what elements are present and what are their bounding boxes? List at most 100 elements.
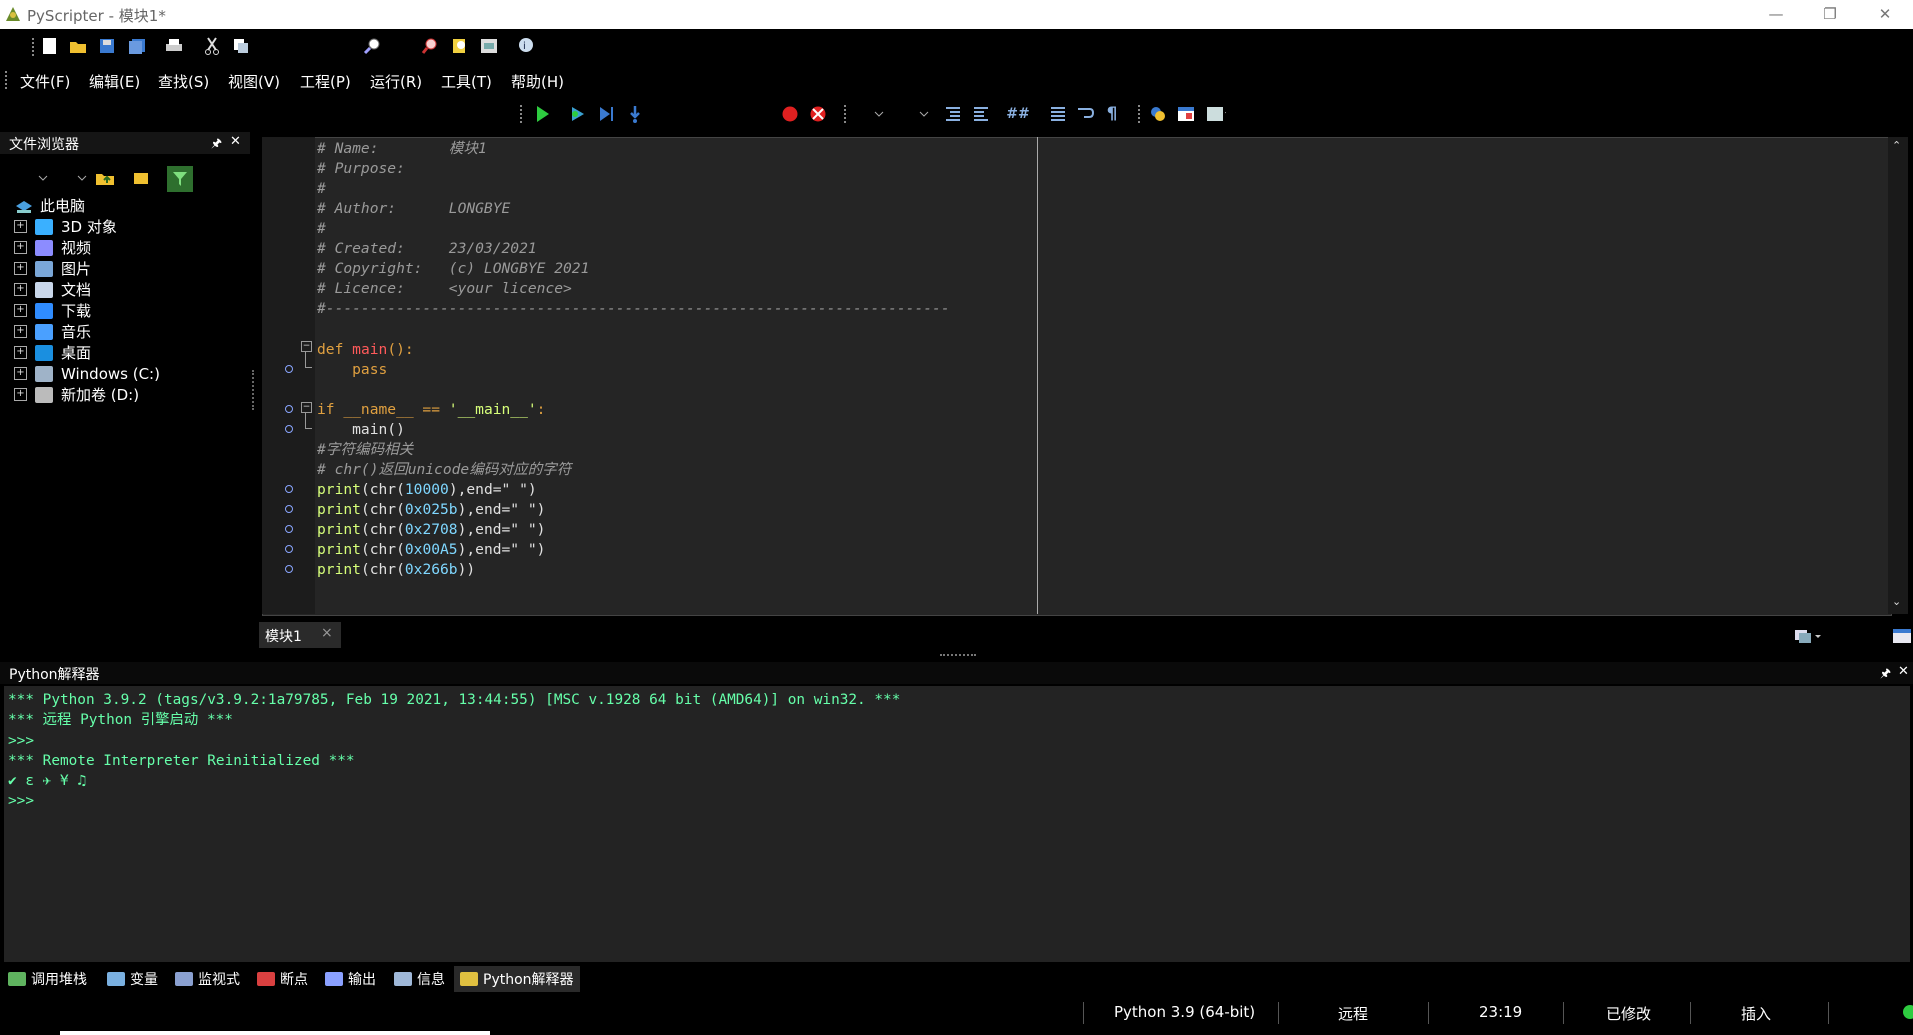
bottom-tab[interactable]: 断点 [257, 966, 308, 992]
open-file-icon[interactable] [68, 36, 88, 56]
comment-icon[interactable]: ## [1006, 104, 1029, 124]
close-button[interactable]: ✕ [1862, 0, 1908, 29]
breakpoint-marker[interactable] [285, 525, 293, 533]
tree-item[interactable]: + 桌面 [14, 342, 91, 363]
word-wrap-icon[interactable] [1075, 104, 1095, 124]
editor-tab-module1[interactable]: 模块1 × [259, 622, 341, 648]
clear-breakpoints-icon[interactable] [808, 104, 828, 124]
tree-item[interactable]: + 图片 [14, 258, 91, 279]
toolbar-grip[interactable] [844, 105, 848, 123]
breakpoint-marker[interactable] [285, 365, 293, 373]
about-icon[interactable]: i [516, 36, 536, 56]
tab-list-icon[interactable] [1794, 628, 1824, 644]
run-icon[interactable] [532, 104, 552, 124]
tree-item[interactable]: + 文档 [14, 279, 91, 300]
folder-view-icon[interactable] [133, 168, 153, 188]
breakpoint-marker[interactable] [285, 565, 293, 573]
print-icon[interactable] [164, 36, 184, 56]
menu-grip[interactable] [5, 71, 9, 89]
save-icon[interactable] [97, 36, 117, 56]
status-engine[interactable]: 远程 [1338, 1003, 1368, 1024]
expand-icon[interactable]: + [14, 220, 27, 233]
replace-icon[interactable] [450, 36, 470, 56]
menu-search[interactable]: 查找(S) [158, 71, 209, 92]
indent-icon[interactable] [943, 104, 963, 124]
bottom-tab[interactable]: 变量 [107, 966, 158, 992]
menu-view[interactable]: 视图(V) [228, 71, 280, 92]
expand-icon[interactable]: + [14, 262, 27, 275]
scroll-down-icon[interactable]: ⌄ [1892, 595, 1901, 608]
debug-icon[interactable] [568, 104, 588, 124]
step-into-icon[interactable] [625, 104, 645, 124]
view-options-icon[interactable] [1206, 104, 1226, 124]
new-file-icon[interactable] [40, 36, 60, 56]
breakpoint-marker[interactable] [285, 485, 293, 493]
editor-scrollbar[interactable]: ⌃ ⌄ [1888, 137, 1908, 614]
menu-help[interactable]: 帮助(H) [511, 71, 564, 92]
bottom-tab[interactable]: 监视式 [175, 966, 240, 992]
goto-line-icon[interactable] [479, 36, 499, 56]
layouts-icon[interactable] [1176, 104, 1196, 124]
copy-icon[interactable] [231, 36, 251, 56]
bottom-tab[interactable]: 输出 [325, 966, 376, 992]
dedent-icon[interactable] [971, 104, 991, 124]
breakpoint-marker[interactable] [285, 425, 293, 433]
menu-run[interactable]: 运行(R) [370, 71, 422, 92]
expand-icon[interactable]: + [14, 367, 27, 380]
run-to-cursor-icon[interactable] [597, 104, 617, 124]
pin-icon[interactable]: 🖈 [211, 134, 222, 155]
save-all-icon[interactable] [127, 36, 147, 56]
back-dropdown-icon[interactable] [33, 168, 53, 188]
expand-icon[interactable]: + [14, 346, 27, 359]
expand-icon[interactable]: + [14, 388, 27, 401]
menu-tools[interactable]: 工具(T) [441, 71, 492, 92]
toggle-breakpoint-icon[interactable] [780, 104, 800, 124]
tree-item[interactable]: + Windows (C:) [14, 363, 160, 384]
line-numbers-icon[interactable] [1048, 104, 1068, 124]
panel-splitter[interactable] [252, 370, 256, 410]
interpreter-pin-icon[interactable]: 🖈 [1880, 664, 1891, 685]
toolbar-grip[interactable] [32, 38, 36, 56]
cut-icon[interactable] [202, 36, 222, 56]
tree-item[interactable]: + 视频 [14, 237, 91, 258]
tree-item[interactable]: + 下载 [14, 300, 91, 321]
forward-dropdown-icon[interactable] [72, 168, 92, 188]
python-versions-icon[interactable] [1148, 104, 1168, 124]
menu-file[interactable]: 文件(F) [20, 71, 70, 92]
menu-project[interactable]: 工程(P) [300, 71, 351, 92]
tree-item[interactable]: +3D 对象 [14, 216, 117, 237]
tab-close-icon[interactable]: × [321, 625, 333, 641]
interpreter-console[interactable]: *** Python 3.9.2 (tags/v3.9.2:1a79785, F… [4, 686, 1910, 962]
expand-icon[interactable]: + [14, 283, 27, 296]
minimize-button[interactable]: — [1753, 0, 1799, 29]
find-icon[interactable] [362, 36, 382, 56]
filter-icon[interactable] [167, 166, 193, 192]
layout-dropdown-icon[interactable] [914, 104, 934, 124]
interpreter-close-icon[interactable]: ✕ [1898, 664, 1909, 679]
find-in-files-icon[interactable] [420, 36, 440, 56]
status-python-version[interactable]: Python 3.9 (64-bit) [1114, 1003, 1255, 1021]
expand-icon[interactable]: + [14, 241, 27, 254]
menu-edit[interactable]: 编辑(E) [89, 71, 140, 92]
tree-root-this-pc[interactable]: 此电脑 [14, 195, 85, 216]
layout-dropdown-icon[interactable] [869, 104, 889, 124]
horizontal-scroll-thumb[interactable] [60, 1031, 490, 1035]
scroll-up-icon[interactable]: ⌃ [1892, 139, 1901, 152]
tree-item[interactable]: + 音乐 [14, 321, 91, 342]
special-chars-icon[interactable]: ¶ [1102, 104, 1122, 124]
horizontal-splitter[interactable] [940, 654, 976, 658]
editor-gutter[interactable] [262, 137, 315, 614]
toolbar-grip[interactable] [1138, 105, 1142, 123]
bottom-tab[interactable]: Python解释器 [454, 966, 580, 992]
bottom-tab[interactable]: 信息 [394, 966, 445, 992]
file-browser-close-icon[interactable]: ✕ [230, 134, 241, 149]
breakpoint-marker[interactable] [285, 505, 293, 513]
expand-icon[interactable]: + [14, 304, 27, 317]
expand-icon[interactable]: + [14, 325, 27, 338]
tree-item[interactable]: + 新加卷 (D:) [14, 384, 139, 405]
breakpoint-marker[interactable] [285, 405, 293, 413]
new-window-icon[interactable] [1892, 628, 1912, 644]
bottom-tab[interactable]: 调用堆栈 [8, 966, 87, 992]
up-folder-icon[interactable] [95, 168, 115, 188]
restore-button[interactable]: ❐ [1807, 0, 1853, 29]
